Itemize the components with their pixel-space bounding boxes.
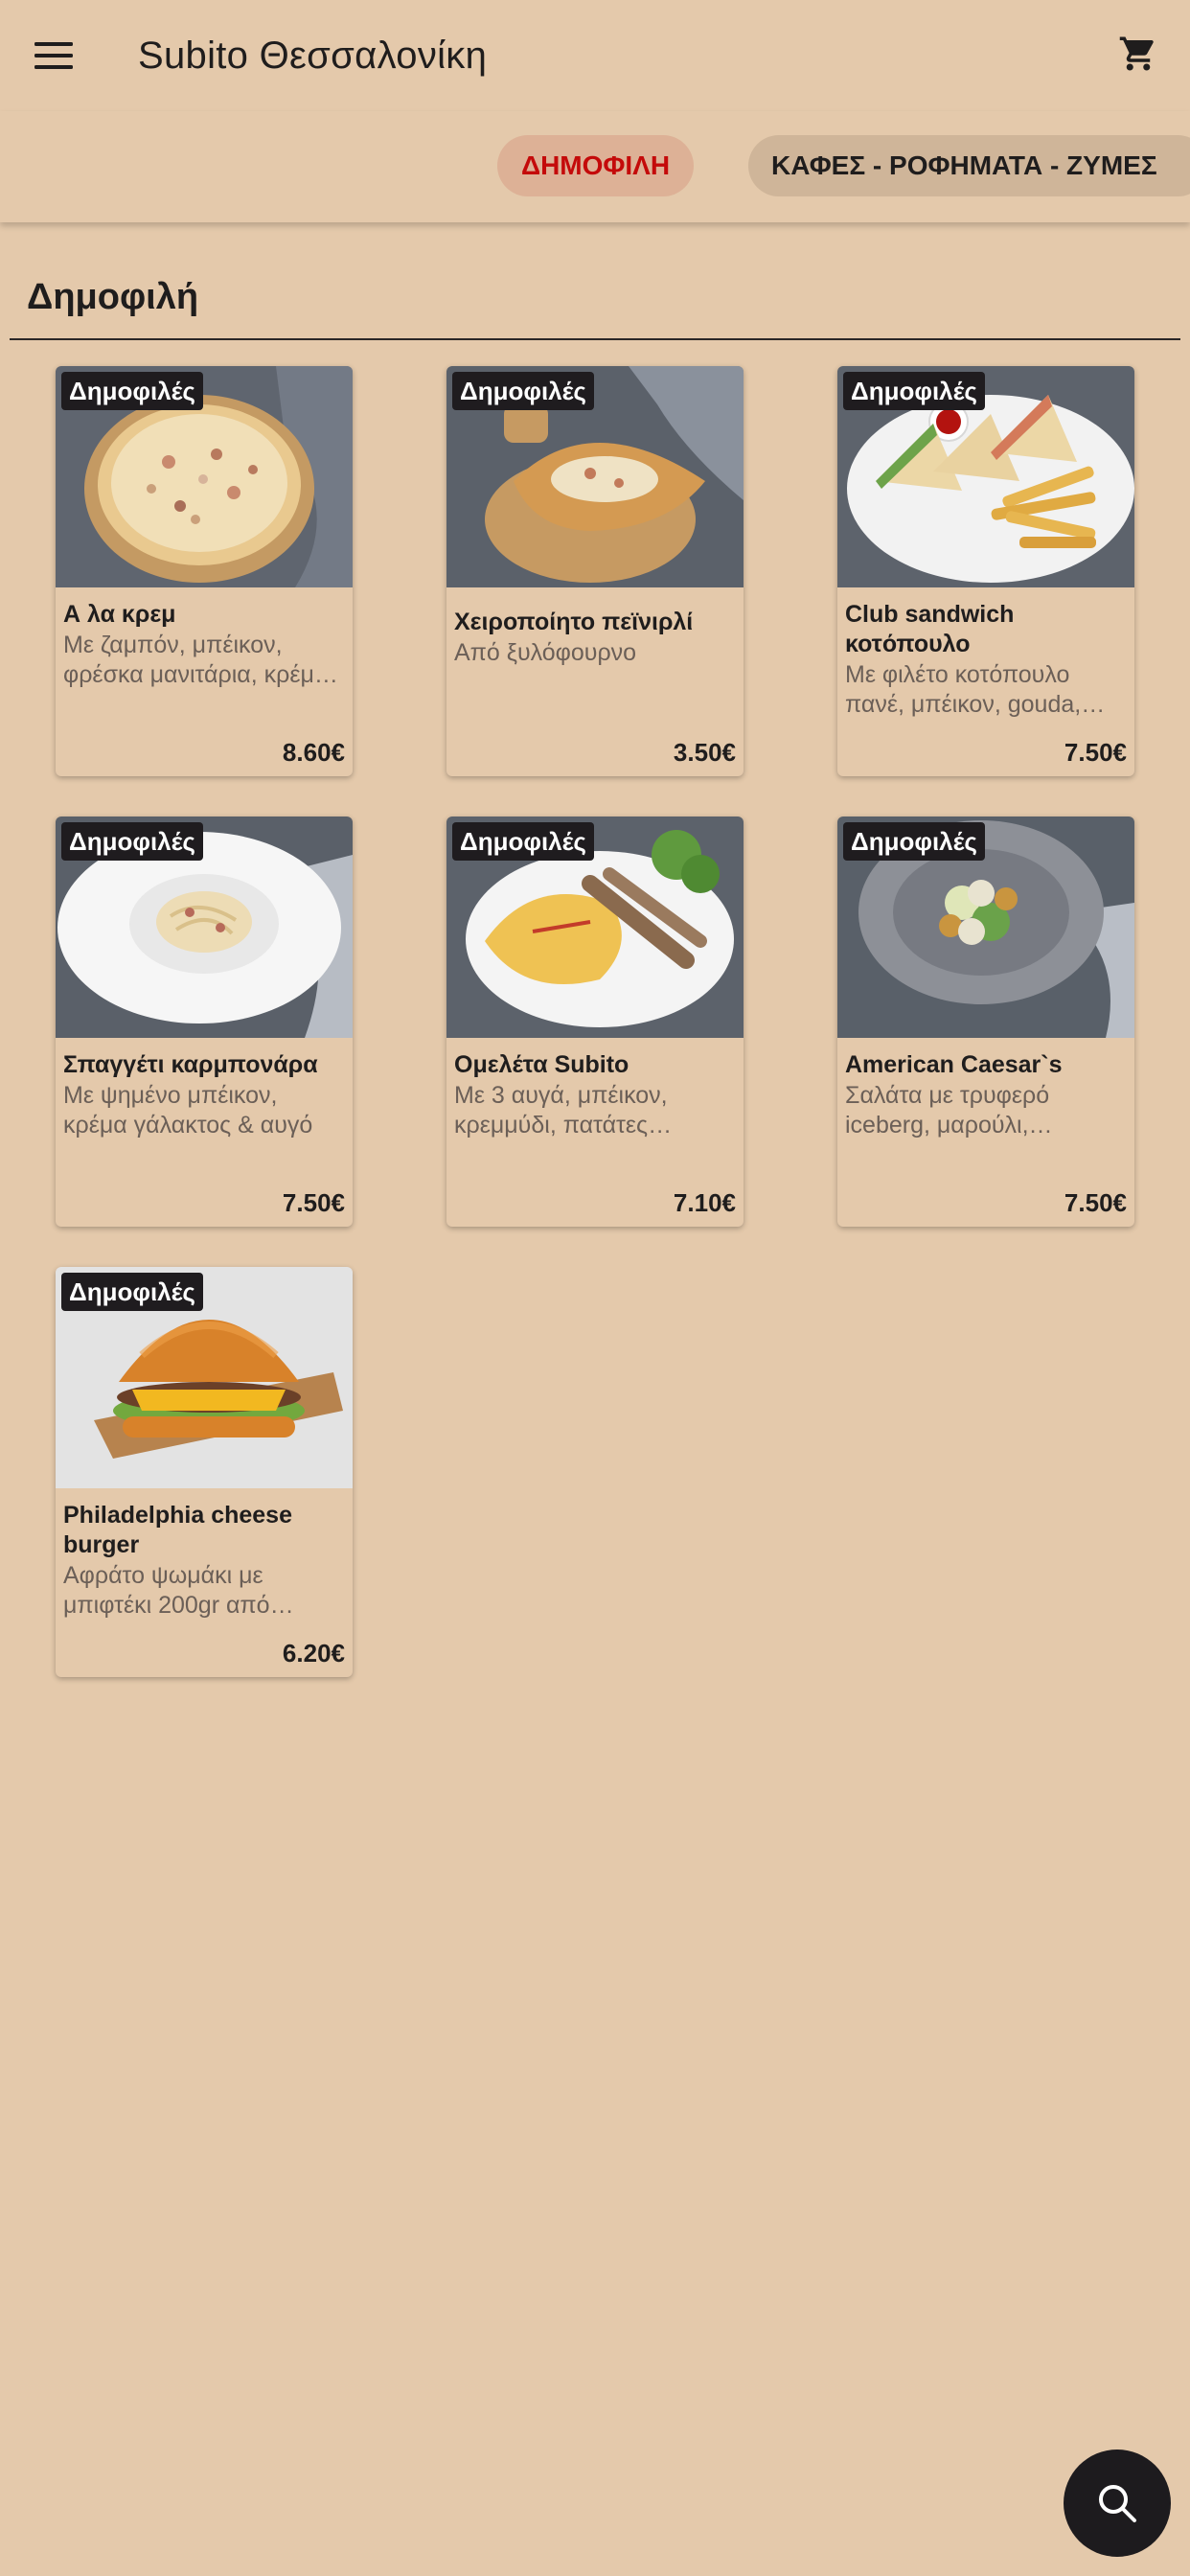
product-card[interactable]: Δημοφιλές Σπαγγέτι καρμπονάρα Με ψημένο …: [56, 816, 353, 1227]
product-description: Σαλάτα με τρυφερό iceberg, μαρούλι, κοτό…: [845, 1082, 1050, 1138]
popular-badge: Δημοφιλές: [61, 1273, 203, 1311]
hamburger-menu-icon: [34, 42, 73, 69]
popular-badge: Δημοφιλές: [452, 822, 594, 861]
popular-badge: Δημοφιλές: [843, 372, 985, 410]
product-price: 7.50€: [1064, 1188, 1127, 1217]
product-price: 8.60€: [282, 738, 345, 767]
popular-badge: Δημοφιλές: [452, 372, 594, 410]
product-price: 7.50€: [1064, 738, 1127, 767]
product-description: Με ζαμπόν, μπέικον, φρέσκα μανιτάρια, κρ…: [63, 632, 329, 688]
popular-badge: Δημοφιλές: [843, 822, 985, 861]
product-card[interactable]: Δημοφιλές Χειροποίητο πεϊνιρλί Από ξυλόφ…: [446, 366, 744, 776]
tab-popular[interactable]: ΔΗΜΟΦΙΛΗ: [497, 135, 694, 196]
category-tabs: ΔΗΜΟΦΙΛΗ ΚΑΦΕΣ - ΡΟΦΗΜΑΤΑ - ΖΥΜΕΣ: [0, 111, 1190, 222]
product-card[interactable]: Δημοφιλές Ομελέτα Subito Με 3 αυγά, μπέι…: [446, 816, 744, 1227]
tab-coffee-drinks-pastries[interactable]: ΚΑΦΕΣ - ΡΟΦΗΜΑΤΑ - ΖΥΜΕΣ: [748, 135, 1190, 196]
search-icon: [1099, 2485, 1136, 2522]
product-description: Από ξυλόφουρνο: [454, 639, 637, 666]
product-description: Με φιλέτο κοτόπουλο πανέ, μπέικον, gouda…: [845, 661, 1082, 718]
product-price: 7.50€: [282, 1188, 345, 1217]
popular-badge: Δημοφιλές: [61, 372, 203, 410]
product-price: 6.20€: [282, 1639, 345, 1668]
product-name: Σπαγγέτι καρμπονάρα: [63, 1051, 318, 1078]
product-name: Philadelphia cheese burger: [63, 1502, 292, 1558]
section-title: Δημοφιλή: [27, 277, 199, 317]
product-card[interactable]: Δημοφιλές American Caesar`s Σαλάτα με τρ…: [837, 816, 1134, 1227]
product-card[interactable]: Δημοφιλές Α λα κρεμ Με ζαμπόν, μπέικον, …: [56, 366, 353, 776]
product-price: 7.10€: [673, 1188, 736, 1217]
popular-badge: Δημοφιλές: [61, 822, 203, 861]
cart-button[interactable]: [1108, 25, 1169, 82]
product-name: Χειροποίητο πεϊνιρλί: [454, 609, 694, 635]
product-name: Ομελέτα Subito: [454, 1051, 629, 1078]
shopping-cart-icon: [1119, 36, 1154, 71]
product-name: Club sandwich κοτόπουλο: [845, 601, 1015, 657]
product-name: American Caesar`s: [845, 1051, 1063, 1078]
product-card[interactable]: Δημοφιλές Club sandwich κοτόπουλο Με φιλ…: [837, 366, 1134, 776]
product-description: Με ψημένο μπέικον, κρέμα γάλακτος & αυγό: [63, 1082, 313, 1138]
section-divider: [10, 338, 1180, 340]
product-name: Α λα κρεμ: [63, 601, 176, 628]
product-description: Με 3 αυγά, μπέικον, κρεμμύδι, πατάτες τη…: [454, 1082, 668, 1138]
menu-button[interactable]: [19, 27, 88, 84]
app-title: Subito Θεσσαλονίκη: [138, 34, 488, 77]
search-fab[interactable]: [1064, 2450, 1171, 2557]
top-app-bar: Subito Θεσσαλονίκη: [0, 0, 1190, 111]
product-card[interactable]: Δημοφιλές Philadelphia cheese burger Αφρ…: [56, 1267, 353, 1677]
product-price: 3.50€: [673, 738, 736, 767]
product-description: Αφράτο ψωμάκι με μπιφτέκι 200gr από μοσχ…: [63, 1562, 270, 1619]
